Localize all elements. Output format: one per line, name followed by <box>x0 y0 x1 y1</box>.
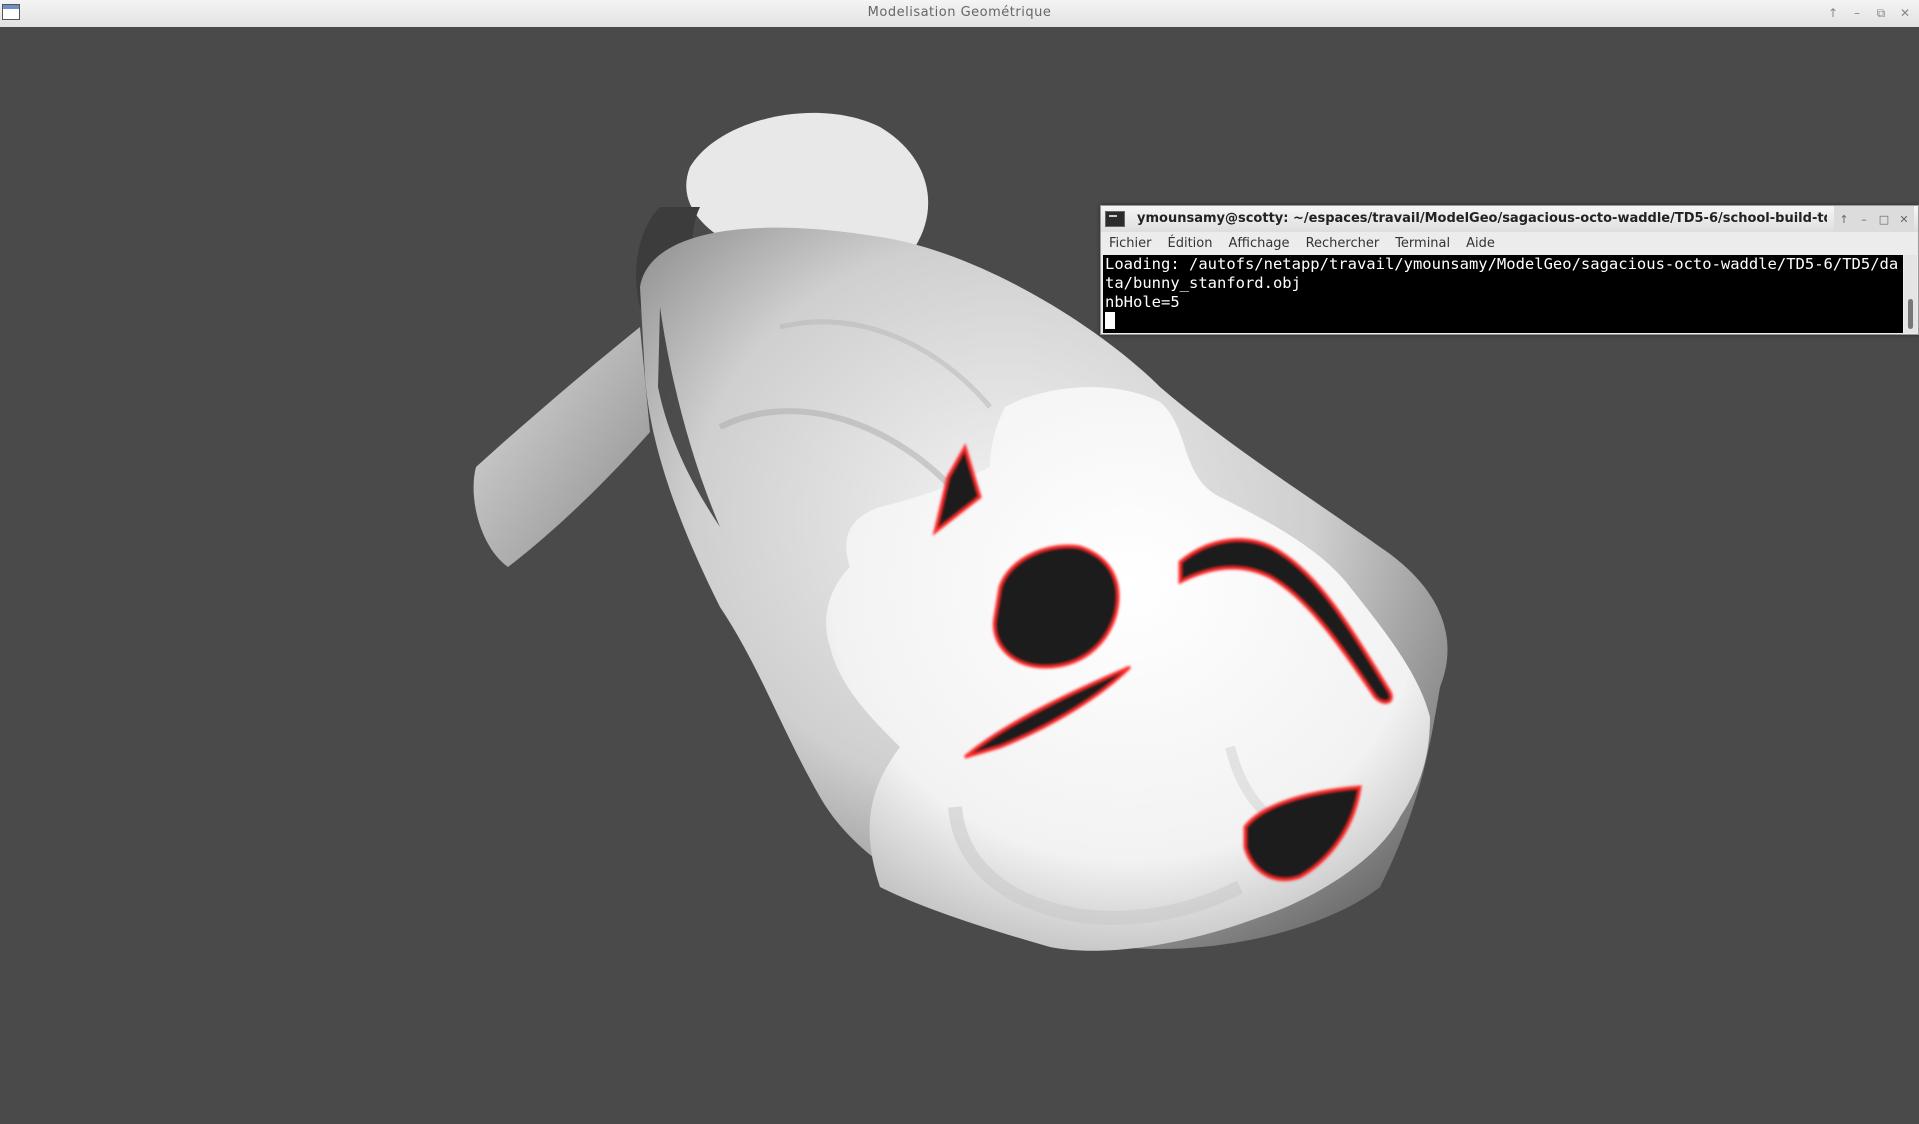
terminal-titlebar[interactable]: ymounsamy@scotty: ~/espaces/travail/Mode… <box>1101 206 1918 232</box>
scrollbar-thumb[interactable] <box>1908 299 1913 329</box>
minimize-icon[interactable]: – <box>1851 6 1863 20</box>
keep-above-icon[interactable]: ↑ <box>1827 6 1839 20</box>
terminal-menubar: Fichier Édition Affichage Rechercher Ter… <box>1101 232 1918 254</box>
bunny-ear <box>473 327 650 567</box>
terminal-scrollbar[interactable] <box>1904 255 1917 333</box>
terminal-window[interactable]: ymounsamy@scotty: ~/espaces/travail/Mode… <box>1100 205 1919 335</box>
menu-fichier[interactable]: Fichier <box>1109 236 1152 251</box>
terminal-line: Loading: /autofs/netapp/travail/ymounsam… <box>1105 255 1899 292</box>
keep-above-icon[interactable]: ↑ <box>1838 213 1850 226</box>
window-title: Modelisation Geométrique <box>867 5 1052 20</box>
gl-viewport[interactable] <box>0 27 1919 1124</box>
text-cursor <box>1105 312 1115 329</box>
terminal-prompt <box>1105 312 1903 331</box>
terminal-window-controls: ↑ – □ ✕ <box>1834 206 1914 232</box>
menu-rechercher[interactable]: Rechercher <box>1306 236 1380 251</box>
terminal-output[interactable]: Loading: /autofs/netapp/travail/ymounsam… <box>1103 255 1903 333</box>
close-icon[interactable]: ✕ <box>1899 6 1911 20</box>
window-controls: ↑ – ⧉ ✕ <box>1827 0 1911 26</box>
main-titlebar: Modelisation Geométrique ↑ – ⧉ ✕ <box>0 0 1919 28</box>
minimize-icon[interactable]: – <box>1858 213 1870 226</box>
bunny-mesh-render <box>473 112 1448 951</box>
terminal-line: nbHole=5 <box>1105 293 1180 311</box>
menu-terminal[interactable]: Terminal <box>1395 236 1450 251</box>
close-icon[interactable]: ✕ <box>1898 213 1910 226</box>
terminal-title: ymounsamy@scotty: ~/espaces/travail/Mode… <box>1137 211 1827 226</box>
menu-edition[interactable]: Édition <box>1168 236 1213 251</box>
menu-aide[interactable]: Aide <box>1466 236 1495 251</box>
menu-affichage[interactable]: Affichage <box>1228 236 1289 251</box>
maximize-icon[interactable]: □ <box>1878 213 1890 226</box>
restore-icon[interactable]: ⧉ <box>1875 6 1887 21</box>
terminal-icon <box>1105 211 1125 227</box>
